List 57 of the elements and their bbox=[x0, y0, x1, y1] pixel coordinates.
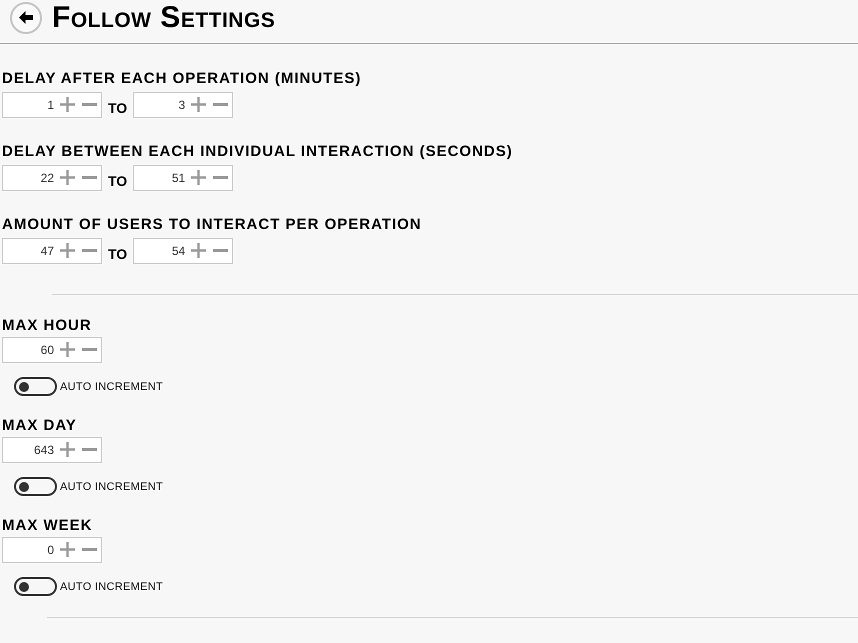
limit-label: MAX WEEK bbox=[2, 517, 94, 535]
plus-icon bbox=[191, 170, 206, 185]
range-label: DELAY BETWEEN EACH INDIVIDUAL INTERACTION (SECONDS) bbox=[2, 143, 514, 161]
range-label: AMOUNT OF USERS TO INTERACT PER OPERATION bbox=[2, 216, 423, 234]
increment-button[interactable] bbox=[60, 243, 75, 258]
minus-icon bbox=[213, 103, 228, 106]
increment-button[interactable] bbox=[60, 442, 75, 457]
knob-icon bbox=[19, 582, 29, 592]
plus-icon bbox=[60, 342, 75, 357]
minus-icon bbox=[213, 176, 228, 179]
increment-button[interactable] bbox=[191, 243, 206, 258]
toggle-switch[interactable] bbox=[14, 377, 57, 396]
increment-button[interactable] bbox=[60, 97, 75, 112]
toggle-label: AUTO INCREMENT bbox=[60, 580, 164, 594]
toggle-label: AUTO INCREMENT bbox=[60, 480, 164, 494]
plus-icon bbox=[60, 442, 75, 457]
increment-button[interactable] bbox=[60, 342, 75, 357]
plus-icon bbox=[60, 97, 75, 112]
increment-button[interactable] bbox=[191, 170, 206, 185]
number-field[interactable]: 22 bbox=[2, 165, 102, 191]
range-separator: TO bbox=[108, 172, 128, 190]
minus-icon bbox=[82, 249, 97, 252]
arrow-left-icon bbox=[19, 11, 33, 24]
increment-button[interactable] bbox=[60, 542, 75, 557]
plus-icon bbox=[60, 243, 75, 258]
minus-icon bbox=[82, 448, 97, 451]
range-separator: TO bbox=[108, 245, 128, 263]
range-label: DELAY AFTER EACH OPERATION (MINUTES) bbox=[2, 70, 362, 88]
increment-button[interactable] bbox=[60, 170, 75, 185]
minus-icon bbox=[82, 176, 97, 179]
plus-icon bbox=[60, 170, 75, 185]
minus-icon bbox=[82, 103, 97, 106]
plus-icon bbox=[191, 243, 206, 258]
plus-icon bbox=[60, 542, 75, 557]
toggle-label: AUTO INCREMENT bbox=[60, 380, 164, 394]
back-button[interactable] bbox=[10, 2, 42, 34]
number-field[interactable]: 54 bbox=[133, 238, 234, 264]
number-field[interactable]: 51 bbox=[133, 165, 234, 191]
minus-icon bbox=[82, 548, 97, 551]
number-field[interactable]: 47 bbox=[2, 238, 102, 264]
knob-icon bbox=[19, 482, 29, 492]
limit-label: MAX HOUR bbox=[2, 317, 93, 335]
number-field[interactable]: 643 bbox=[2, 437, 102, 463]
limit-label: MAX DAY bbox=[2, 417, 78, 435]
increment-button[interactable] bbox=[191, 97, 206, 112]
minus-icon bbox=[82, 348, 97, 351]
minus-icon bbox=[213, 249, 228, 252]
number-field[interactable]: 1 bbox=[2, 92, 102, 118]
number-field[interactable]: 3 bbox=[133, 92, 234, 118]
plus-icon bbox=[191, 97, 206, 112]
knob-icon bbox=[19, 382, 29, 392]
number-field[interactable]: 60 bbox=[2, 337, 102, 363]
range-separator: TO bbox=[108, 99, 128, 117]
page-title: Follow Settings bbox=[52, 0, 276, 34]
toggle-switch[interactable] bbox=[14, 577, 57, 596]
number-field[interactable]: 0 bbox=[2, 537, 102, 563]
toggle-switch[interactable] bbox=[14, 477, 57, 496]
